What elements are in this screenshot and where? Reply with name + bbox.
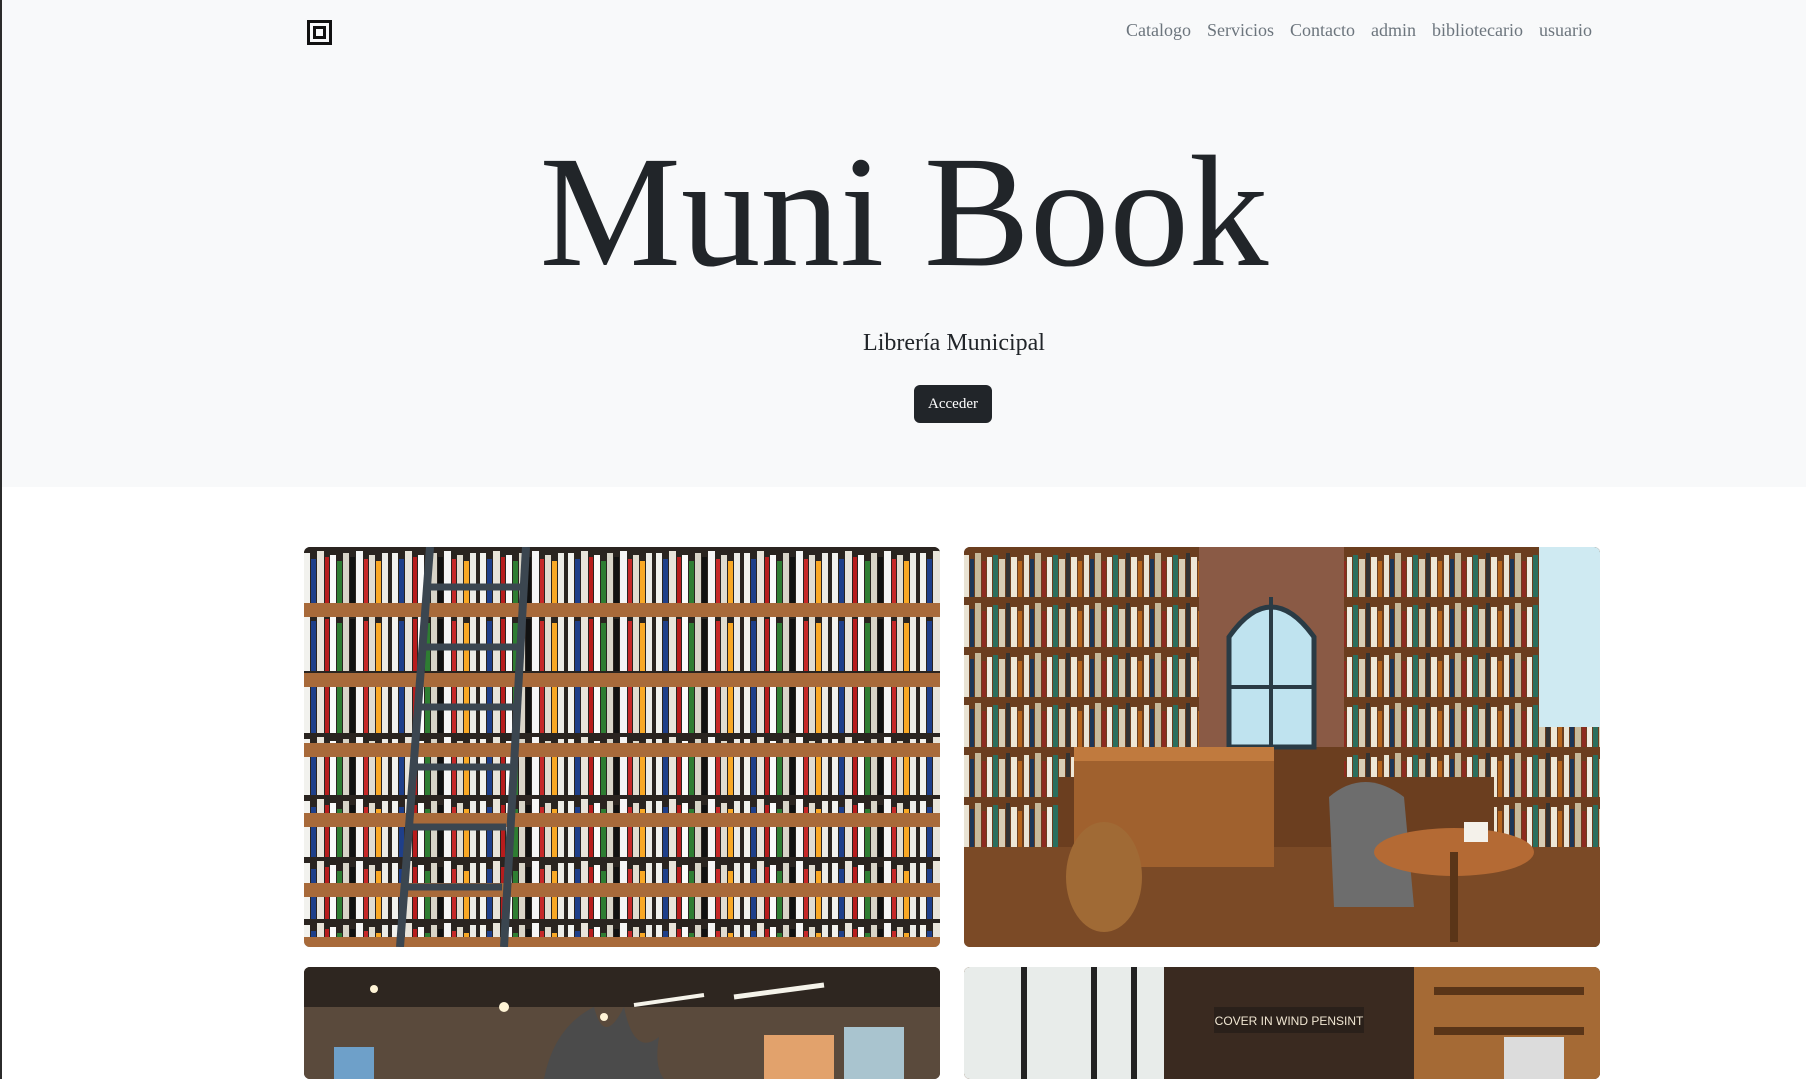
gallery-image-bookstore-windows: COVER IN WIND PENSINT <box>964 967 1600 1079</box>
gallery-image-bookshelves <box>304 547 940 947</box>
main-nav: Catalogo Servicios Contacto admin biblio… <box>1126 19 1592 41</box>
square-target-icon[interactable] <box>307 20 332 45</box>
nav-link-catalogo[interactable]: Catalogo <box>1126 19 1191 41</box>
nav-link-bibliotecario[interactable]: bibliotecario <box>1432 19 1523 41</box>
nav-link-usuario[interactable]: usuario <box>1539 19 1592 41</box>
nav-link-servicios[interactable]: Servicios <box>1207 19 1274 41</box>
nav-link-admin[interactable]: admin <box>1371 19 1416 41</box>
gallery-image-bookstore-cafe <box>964 547 1600 947</box>
nav-link-contacto[interactable]: Contacto <box>1290 19 1355 41</box>
gallery-image-modern-bookstore <box>304 967 940 1079</box>
hero-section: Catalogo Servicios Contacto admin biblio… <box>2 0 1806 487</box>
page-subtitle: Librería Municipal <box>863 330 1045 356</box>
acceder-button[interactable]: Acceder <box>914 385 992 423</box>
page-title: Muni Book <box>539 124 1269 300</box>
store-sign-text: COVER IN WIND PENSINT <box>1215 1014 1364 1028</box>
